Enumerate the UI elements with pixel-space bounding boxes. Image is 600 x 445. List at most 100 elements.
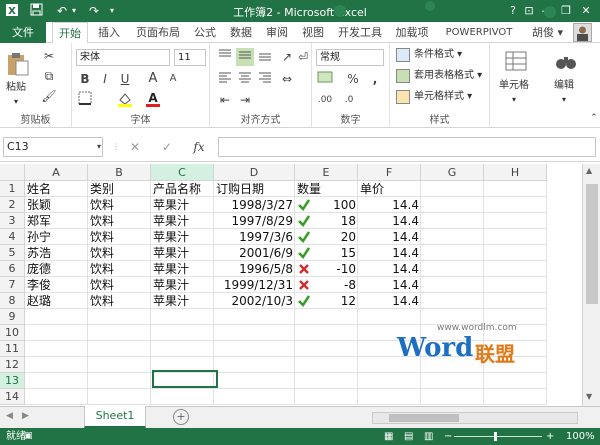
grid-cell[interactable] [295,309,358,325]
column-header-f[interactable]: F [358,164,421,181]
page-break-view-icon[interactable]: ▥ [424,428,433,445]
row-header-4[interactable]: 4 [0,229,25,245]
grid-cell[interactable] [214,309,295,325]
row-header-12[interactable]: 12 [0,357,25,373]
scroll-up-icon[interactable]: ▲ [586,166,592,175]
grid-cell[interactable] [88,341,151,357]
grid-cell[interactable] [484,373,547,389]
grid-cell[interactable] [421,181,484,197]
fill-color-icon[interactable] [116,91,134,109]
cells-dropdown-icon[interactable]: ▾ [512,93,516,107]
sheet-tab-sheet1[interactable]: Sheet1 [84,406,146,428]
tab-addins[interactable]: 加载项 [392,22,432,43]
add-sheet-button[interactable]: + [173,409,189,425]
grid-cell[interactable] [214,341,295,357]
grid-cell[interactable] [484,389,547,405]
grid-cell[interactable] [214,325,295,341]
horizontal-scroll-thumb[interactable] [389,414,459,422]
grid-cell[interactable] [88,309,151,325]
column-header-d[interactable]: D [214,164,295,181]
paste-icon[interactable] [5,51,31,77]
grid-cell[interactable] [484,261,547,277]
cut-icon[interactable]: ✂ [40,47,58,65]
underline-button[interactable]: U [116,70,134,88]
prev-sheet-icon[interactable]: ◀ [6,411,13,421]
font-name-select[interactable]: 宋体 [76,49,170,66]
editing-label[interactable]: 编辑 [554,79,574,93]
grid-cell[interactable] [151,341,214,357]
tab-data[interactable]: 数据 [226,22,256,43]
grid-cell[interactable] [88,389,151,405]
grid-cell[interactable] [214,357,295,373]
row-header-9[interactable]: 9 [0,309,25,325]
align-middle-icon[interactable] [236,48,254,66]
grid-cell[interactable] [25,373,88,389]
cell-styles-button[interactable]: 单元格样式 ▾ [414,90,472,104]
grid-cell[interactable] [295,341,358,357]
percent-button[interactable]: % [344,70,362,88]
row-header-3[interactable]: 3 [0,213,25,229]
grid-cell[interactable] [421,213,484,229]
active-cell-border[interactable] [152,370,218,388]
cells-icon[interactable] [504,49,528,73]
align-right-icon[interactable] [256,70,274,88]
grid-cell[interactable] [88,325,151,341]
grid-cell[interactable] [25,341,88,357]
grid-cell[interactable] [484,229,547,245]
user-name[interactable]: 胡俊 ▾ [532,22,563,43]
grid-cell[interactable] [214,373,295,389]
tab-formulas[interactable]: 公式 [190,22,220,43]
grid-cell[interactable] [421,261,484,277]
grid-cell[interactable] [484,293,547,309]
select-all-corner[interactable] [0,164,25,181]
border-icon[interactable] [76,91,94,109]
number-format-select[interactable]: 常规 [316,49,384,66]
merge-center-icon[interactable]: ⇔ [278,70,296,88]
tab-powerpivot[interactable]: POWERPIVOT [437,22,521,43]
grid-cell[interactable] [421,277,484,293]
row-header-7[interactable]: 7 [0,277,25,293]
format-painter-icon[interactable]: 🖌 [40,87,58,105]
zoom-level[interactable]: 100% [566,428,595,445]
zoom-slider-thumb[interactable] [494,432,497,441]
enter-button[interactable]: ✓ [158,138,176,156]
paste-label[interactable]: 粘贴 [6,81,26,95]
row-header-11[interactable]: 11 [0,341,25,357]
tab-developer[interactable]: 开发工具 [334,22,386,43]
zoom-out-button[interactable]: − [444,428,452,445]
grid-cell[interactable] [484,277,547,293]
grid-cell[interactable] [88,373,151,389]
row-header-2[interactable]: 2 [0,197,25,213]
tab-page-layout[interactable]: 页面布局 [132,22,184,43]
collapse-ribbon-icon[interactable]: ⌃ [585,109,600,127]
tab-home[interactable]: 开始 [52,22,88,44]
align-top-icon[interactable] [216,48,234,66]
grid-cell[interactable] [25,309,88,325]
grid-cell[interactable] [295,325,358,341]
italic-button[interactable]: I [96,70,114,88]
column-header-h[interactable]: H [484,164,547,181]
editing-dropdown-icon[interactable]: ▾ [562,93,566,107]
next-sheet-icon[interactable]: ▶ [22,411,29,421]
row-header-14[interactable]: 14 [0,389,25,405]
grid-cell[interactable] [484,245,547,261]
formula-input[interactable] [218,137,596,157]
align-bottom-icon[interactable] [256,48,274,66]
increase-indent-icon[interactable]: ⇥ [236,91,254,109]
grid-cell[interactable] [484,181,547,197]
cells-label[interactable]: 单元格 [499,79,529,93]
normal-view-icon[interactable]: ▦ [384,428,393,445]
row-header-8[interactable]: 8 [0,293,25,309]
column-header-c[interactable]: C [151,164,214,181]
grid-cell[interactable] [484,213,547,229]
grid-cell[interactable] [25,389,88,405]
align-center-icon[interactable] [236,70,254,88]
insert-function-button[interactable]: fx [190,138,208,156]
row-header-10[interactable]: 10 [0,325,25,341]
grid-cell[interactable] [358,389,421,405]
font-color-icon[interactable]: A [144,91,162,109]
accounting-format-icon[interactable] [316,70,334,88]
grid-cell[interactable] [88,357,151,373]
macro-record-icon[interactable]: ▣ [24,428,33,445]
binoculars-icon[interactable] [554,49,578,73]
